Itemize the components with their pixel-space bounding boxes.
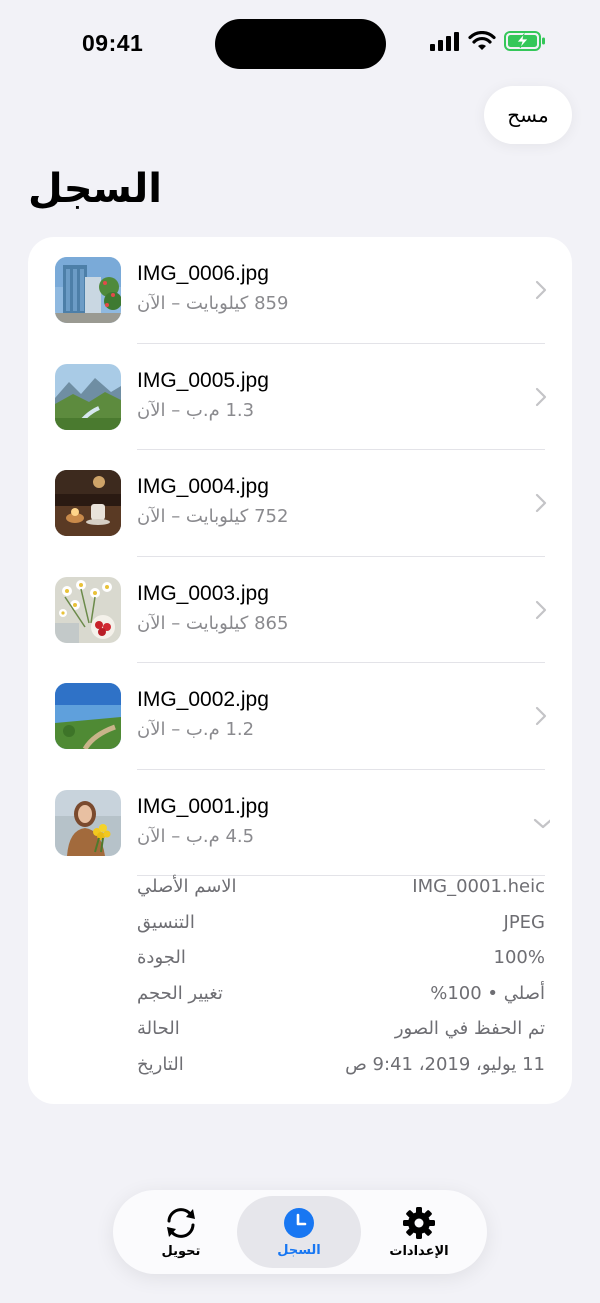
file-name: IMG_0001.jpg	[137, 794, 269, 818]
detail-original-name: الاسم الأصلي IMG_0001.heic	[28, 876, 572, 912]
chevron-down-icon	[533, 818, 550, 828]
clear-button[interactable]: مسح	[484, 86, 572, 144]
detail-status: الحالة تم الحفظ في الصور	[28, 1018, 572, 1054]
tab-settings[interactable]: الإعدادات	[357, 1196, 481, 1268]
detail-resize: تغيير الحجم أصلي • 100%	[28, 983, 572, 1019]
file-name: IMG_0005.jpg	[137, 368, 269, 392]
tab-label: تحويل	[161, 1243, 201, 1259]
page-title: السجل	[28, 166, 162, 212]
flowers-strawberries-photo-thumbnail	[55, 576, 121, 643]
file-meta: 865 كيلوبايت – الآن	[137, 612, 289, 634]
file-meta: 859 كيلوبايت – الآن	[137, 293, 289, 314]
detail-value: 11 يوليو، 2019، 9:41 ص	[345, 1053, 545, 1075]
tab-label: السجل	[277, 1242, 321, 1258]
status-icons	[430, 31, 546, 51]
detail-label: الاسم الأصلي	[137, 876, 237, 897]
chevron-right-icon	[535, 706, 547, 726]
detail-label: التنسيق	[137, 911, 195, 933]
battery-charging-icon	[504, 31, 545, 51]
file-name: IMG_0004.jpg	[137, 475, 269, 498]
chevron-right-icon	[535, 280, 547, 300]
detail-label: التاريخ	[137, 1053, 184, 1075]
gear-icon	[403, 1206, 435, 1239]
history-item[interactable]: IMG_0006.jpg 859 كيلوبايت – الآن	[28, 237, 572, 344]
chevron-right-icon	[535, 600, 547, 619]
convert-icon	[167, 1207, 195, 1238]
file-details: الاسم الأصلي IMG_0001.heic التنسيق JPEG …	[28, 876, 572, 1089]
detail-label: الجودة	[137, 947, 186, 968]
tab-bar: تحويل السجل الإعدادات	[113, 1190, 487, 1274]
tab-label: الإعدادات	[389, 1243, 449, 1259]
mountain-valley-photo-thumbnail	[55, 363, 121, 430]
woman-flowers-photo-thumbnail	[55, 789, 121, 856]
tab-convert[interactable]: تحويل	[119, 1196, 243, 1268]
file-name: IMG_0002.jpg	[137, 688, 269, 711]
detail-label: الحالة	[137, 1018, 180, 1039]
chevron-right-icon	[535, 387, 547, 406]
detail-value: أصلي • 100%	[430, 982, 545, 1004]
clock-icon	[284, 1207, 314, 1238]
file-name: IMG_0006.jpg	[137, 262, 269, 285]
detail-quality: الجودة 100%	[28, 947, 572, 983]
history-list: IMG_0006.jpg 859 كيلوبايت – الآن IMG_000…	[28, 237, 572, 1104]
detail-value: JPEG	[503, 911, 545, 933]
detail-value: تم الحفظ في الصور	[394, 1018, 545, 1039]
candle-table-photo-thumbnail	[55, 470, 121, 536]
detail-label: تغيير الحجم	[137, 982, 223, 1004]
file-name: IMG_0003.jpg	[137, 581, 269, 605]
file-meta: 4.5 م.ب – الآن	[137, 825, 255, 847]
status-bar: 09:41	[0, 0, 600, 90]
file-meta: 1.3 م.ب – الآن	[137, 399, 255, 421]
detail-value: 100%	[493, 947, 545, 968]
file-meta: 752 كيلوبايت – الآن	[137, 506, 289, 527]
history-item[interactable]: IMG_0004.jpg 752 كيلوبايت – الآن	[28, 450, 572, 557]
detail-format: التنسيق JPEG	[28, 912, 572, 948]
cellular-signal-icon	[430, 32, 459, 51]
coast-path-photo-thumbnail	[55, 683, 121, 749]
history-item[interactable]: IMG_0002.jpg 1.2 م.ب – الآن	[28, 663, 572, 770]
history-item[interactable]: IMG_0005.jpg 1.3 م.ب – الآن	[28, 344, 572, 450]
file-meta: 1.2 م.ب – الآن	[137, 719, 255, 740]
dynamic-island	[215, 19, 386, 69]
building-photo-thumbnail	[55, 257, 121, 323]
detail-value: IMG_0001.heic	[412, 876, 545, 897]
tab-history[interactable]: السجل	[237, 1196, 361, 1268]
history-item-expanded[interactable]: IMG_0001.jpg 4.5 م.ب – الآن	[28, 770, 572, 876]
wifi-icon	[468, 31, 496, 50]
status-time: 09:41	[82, 30, 144, 56]
detail-date: التاريخ 11 يوليو، 2019، 9:41 ص	[28, 1054, 572, 1090]
history-item[interactable]: IMG_0003.jpg 865 كيلوبايت – الآن	[28, 557, 572, 663]
chevron-right-icon	[535, 493, 547, 513]
